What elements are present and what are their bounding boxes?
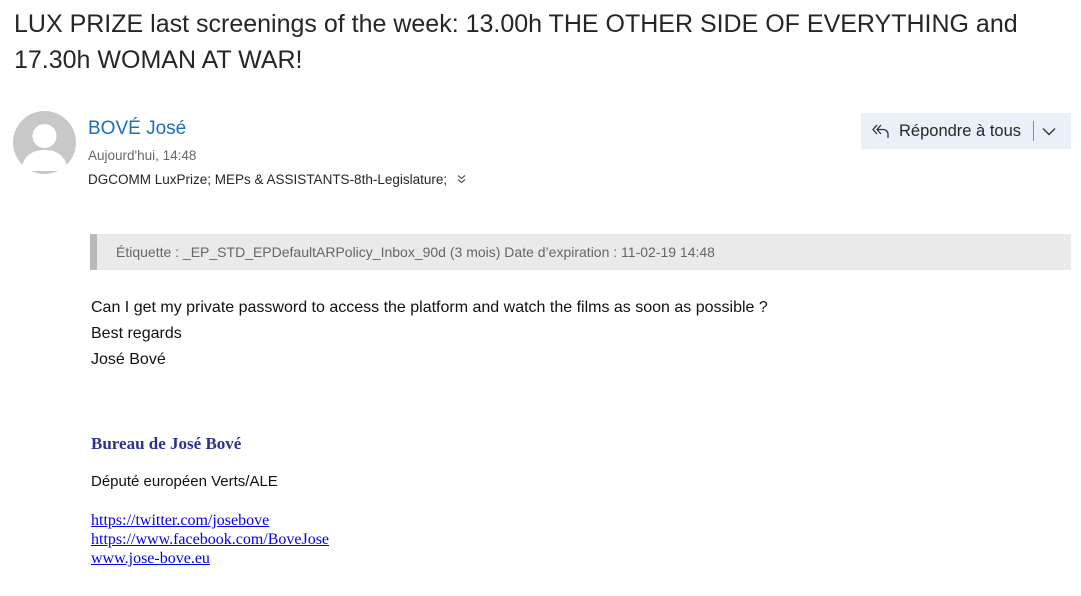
- chevron-down-icon: [1042, 127, 1056, 135]
- body-line: José Bové: [91, 351, 166, 368]
- body-line: Best regards: [91, 325, 182, 342]
- retention-policy-text: Étiquette : _EP_STD_EPDefaultARPolicy_In…: [116, 244, 715, 260]
- reply-all-button[interactable]: Répondre à tous: [861, 113, 1021, 149]
- signature-role: Député européen Verts/ALE: [91, 473, 278, 490]
- website-link[interactable]: www.jose-bove.eu: [91, 549, 329, 568]
- sender-avatar[interactable]: [13, 111, 76, 174]
- retention-policy-banner: Étiquette : _EP_STD_EPDefaultARPolicy_In…: [90, 234, 1071, 270]
- message-body: Can I get my private password to access …: [91, 295, 768, 373]
- reply-all-label: Répondre à tous: [899, 121, 1022, 140]
- twitter-link[interactable]: https://twitter.com/josebove: [91, 511, 329, 530]
- person-icon: [21, 124, 68, 171]
- facebook-link[interactable]: https://www.facebook.com/BoveJose: [91, 530, 329, 549]
- signature-links: https://twitter.com/josebove https://www…: [91, 511, 329, 568]
- reply-all-icon: [872, 124, 889, 138]
- reply-options-dropdown[interactable]: [1034, 113, 1064, 149]
- recipient-dgcomm[interactable]: DGCOMM LuxPrize;: [88, 172, 215, 187]
- body-line: Can I get my private password to access …: [91, 299, 768, 316]
- recipients-line: DGCOMM LuxPrize; MEPs & ASSISTANTS-8th-L…: [88, 172, 466, 187]
- sent-time: Aujourd'hui, 14:48: [88, 148, 197, 163]
- sender-name[interactable]: BOVÉ José: [88, 118, 186, 140]
- email-subject: LUX PRIZE last screenings of the week: 1…: [14, 10, 1018, 74]
- signature-title: Bureau de José Bové: [91, 434, 242, 453]
- reply-all-control: Répondre à tous: [861, 113, 1071, 149]
- recipient-meps[interactable]: MEPs & ASSISTANTS-8th-Legislature;: [215, 172, 447, 187]
- double-chevron-down-icon[interactable]: [457, 174, 466, 187]
